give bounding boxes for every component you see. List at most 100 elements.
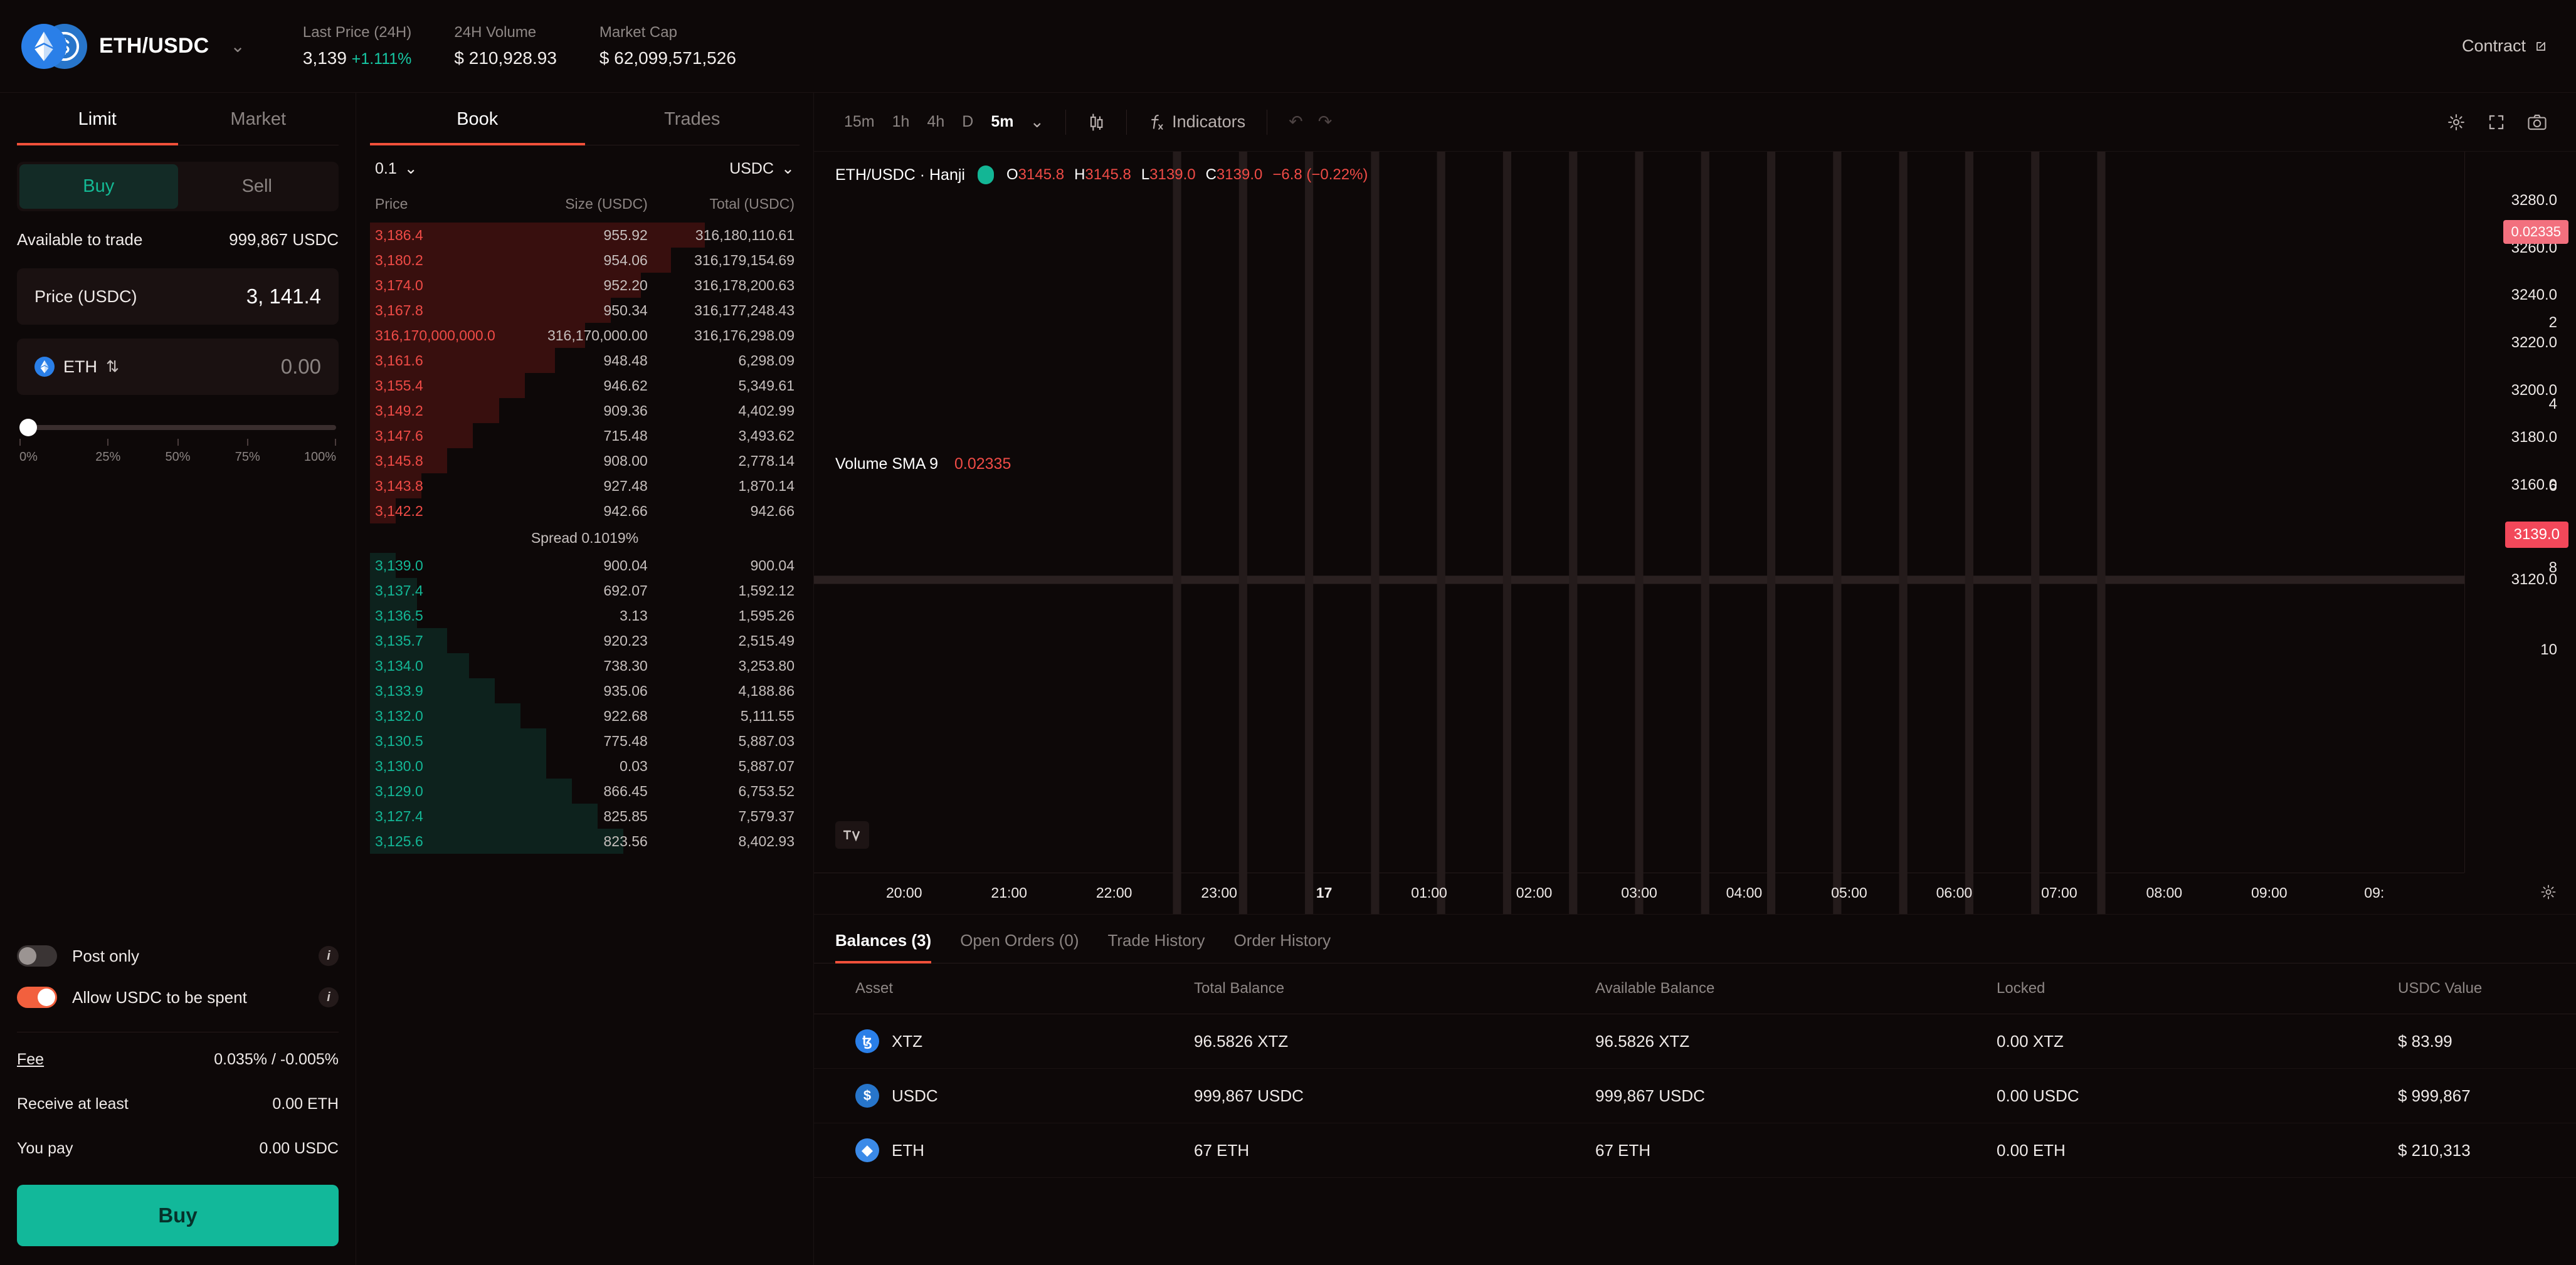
fullscreen-icon[interactable] (2479, 109, 2513, 135)
allow-spend-toggle[interactable] (17, 987, 57, 1008)
post-only-toggle[interactable] (17, 945, 57, 967)
order-book-row[interactable]: 3,142.2 942.66 942.66 (370, 498, 800, 523)
order-book-row[interactable]: 3,180.2 954.06 316,179,154.69 (370, 248, 800, 273)
tab-open-orders[interactable]: Open Orders (0) (960, 931, 1079, 963)
order-book-row[interactable]: 3,127.4 825.85 7,579.37 (370, 804, 800, 829)
row-price: 3,161.6 (375, 352, 423, 369)
row-total: 3,253.80 (738, 658, 794, 674)
undo-icon[interactable]: ↶ (1281, 108, 1311, 135)
gear-icon[interactable] (2439, 109, 2473, 135)
tab-book[interactable]: Book (370, 93, 585, 145)
order-book-row[interactable]: 3,139.0 900.04 900.04 (370, 553, 800, 578)
time-axis-label: 23:00 (1201, 884, 1237, 901)
camera-icon[interactable] (2520, 109, 2555, 135)
price-chart-plot[interactable] (814, 152, 2464, 914)
tab-market[interactable]: Market (178, 93, 339, 145)
stat-market-cap: Market Cap $ 62,099,571,526 (578, 24, 757, 68)
table-row[interactable]: $ USDC 999,867 USDC 999,867 USDC 0.00 USDC $ … (814, 1069, 2576, 1123)
pair-selector[interactable]: ETH/USDC ⌄ (21, 23, 245, 69)
row-total: 316,176,298.09 (694, 327, 794, 344)
amount-slider[interactable]: 0% 25% 50% 75% 100% (17, 419, 339, 465)
order-book-row[interactable]: 3,136.5 3.13 1,595.26 (370, 603, 800, 628)
table-row[interactable]: ꜩ XTZ 96.5826 XTZ 96.5826 XTZ 0.00 XTZ $ 83.9… (814, 1014, 2576, 1069)
tab-trade-history[interactable]: Trade History (1107, 931, 1205, 963)
buy-tab[interactable]: Buy (19, 164, 178, 209)
buy-sell-toggle: Buy Sell (17, 162, 339, 211)
time-axis-label: 08:00 (2146, 884, 2183, 901)
row-size: 908.00 (603, 453, 648, 469)
chart-settings-gear-icon[interactable] (2540, 883, 2557, 905)
fee-value: 0.035% / -0.005% (214, 1051, 339, 1068)
order-book-row[interactable]: 3,130.5 775.48 5,887.03 (370, 728, 800, 753)
row-price: 3,130.0 (375, 758, 423, 774)
order-book-row[interactable]: 3,161.6 948.48 6,298.09 (370, 348, 800, 373)
info-icon[interactable]: i (319, 987, 339, 1007)
order-book-row[interactable]: 3,133.9 935.06 4,188.86 (370, 678, 800, 703)
fee-label[interactable]: Fee (17, 1051, 44, 1069)
row-price: 3,174.0 (375, 277, 423, 293)
price-input[interactable]: Price (USDC) 3, 141.4 (17, 268, 339, 325)
order-book-row[interactable]: 3,155.4 946.62 5,349.61 (370, 373, 800, 398)
order-book-row[interactable]: 3,132.0 922.68 5,111.55 (370, 703, 800, 728)
order-book-row[interactable]: 3,129.0 866.45 6,753.52 (370, 779, 800, 804)
tradingview-logo-icon[interactable] (835, 821, 869, 849)
order-book-row[interactable]: 3,149.2 909.36 4,402.99 (370, 398, 800, 423)
time-axis[interactable]: 20:00 21:00 22:00 23:00 17 01:00 02:00 03:00 04:… (814, 873, 2464, 914)
order-book-row[interactable]: 3,167.8 950.34 316,177,248.43 (370, 298, 800, 323)
order-book-row[interactable]: 3,174.0 952.20 316,178,200.63 (370, 273, 800, 298)
receive-label: Receive at least (17, 1095, 129, 1113)
order-book-row[interactable]: 3,134.0 738.30 3,253.80 (370, 653, 800, 678)
tab-limit[interactable]: Limit (17, 93, 178, 145)
order-book-row[interactable]: 3,186.4 955.92 316,180,110.61 (370, 223, 800, 248)
order-book-row[interactable]: 3,125.6 823.56 8,402.93 (370, 829, 800, 854)
timeframe-4h[interactable]: 4h (918, 108, 953, 136)
chevron-down-icon[interactable]: ⌄ (1022, 108, 1052, 135)
currency-select[interactable]: USDC ⌄ (729, 159, 794, 178)
indicators-button[interactable]: Indicators (1141, 108, 1253, 135)
amount-input[interactable]: ETH ⇅ 0.00 (17, 339, 339, 395)
low-value: 3139.0 (1149, 166, 1196, 183)
order-book-row[interactable]: 3,147.6 715.48 3,493.62 (370, 423, 800, 448)
slider-knob[interactable] (19, 419, 37, 436)
slider-track[interactable] (19, 419, 336, 436)
chart-canvas-area[interactable]: ETH/USDC · Hanji O3145.8 H3145.8 L3139.0… (814, 152, 2576, 914)
sell-tab[interactable]: Sell (178, 164, 337, 209)
row-price: 3,143.8 (375, 478, 423, 494)
col-total: Total (USDC) (709, 196, 794, 212)
order-book-row[interactable]: 316,170,000,000.0 316,170,000.00 316,176,2… (370, 323, 800, 348)
row-total: 6,298.09 (738, 352, 794, 369)
tab-order-history[interactable]: Order History (1234, 931, 1331, 963)
order-book-row[interactable]: 3,145.8 908.00 2,778.14 (370, 448, 800, 473)
order-book-row[interactable]: 3,137.4 692.07 1,592.12 (370, 578, 800, 603)
timeframe-15m[interactable]: 15m (835, 108, 884, 136)
amount-value: 0.00 (280, 355, 321, 378)
redo-icon[interactable]: ↷ (1311, 108, 1340, 135)
row-price: 3,129.0 (375, 783, 423, 799)
row-size: 920.23 (603, 632, 648, 649)
row-size: 738.30 (603, 658, 648, 674)
chart-legend: ETH/USDC · Hanji O3145.8 H3145.8 L3139.0… (835, 165, 1368, 184)
candlestick-icon[interactable] (1080, 108, 1112, 136)
swap-vertical-icon[interactable]: ⇅ (106, 357, 119, 376)
tick-size-select[interactable]: 0.1 ⌄ (375, 159, 418, 178)
row-price: 3,147.6 (375, 428, 423, 444)
order-book-row[interactable]: 3,135.7 920.23 2,515.49 (370, 628, 800, 653)
row-total: 7,579.37 (738, 808, 794, 824)
toggle-knob (19, 947, 36, 965)
submit-buy-button[interactable]: Buy (17, 1185, 339, 1246)
timeframe-5m[interactable]: 5m (982, 108, 1022, 136)
tab-balances[interactable]: Balances (3) (835, 931, 932, 963)
chevron-down-icon[interactable]: ⌄ (230, 36, 245, 56)
tab-trades[interactable]: Trades (585, 93, 800, 145)
chart-toolbar-right (2439, 109, 2555, 135)
timeframe-d[interactable]: D (953, 108, 982, 136)
table-row[interactable]: ◆ETH67 ETH67 ETH0.00 ETH$ 210,313Trade (814, 1123, 2576, 1178)
time-axis-label: 07:00 (2041, 884, 2077, 901)
contract-link[interactable]: Contract (2462, 36, 2548, 56)
price-axis[interactable]: 3280.0 3260.0 3240.0 3220.0 3200.0 3180.0 3160… (2464, 152, 2576, 873)
info-icon[interactable]: i (319, 946, 339, 966)
order-book-row[interactable]: 3,130.0 0.03 5,887.07 (370, 753, 800, 779)
timeframe-1h[interactable]: 1h (884, 108, 919, 136)
order-book-row[interactable]: 3,143.8 927.48 1,870.14 (370, 473, 800, 498)
volume-legend: Volume SMA 9 0.02335 (835, 455, 1011, 473)
